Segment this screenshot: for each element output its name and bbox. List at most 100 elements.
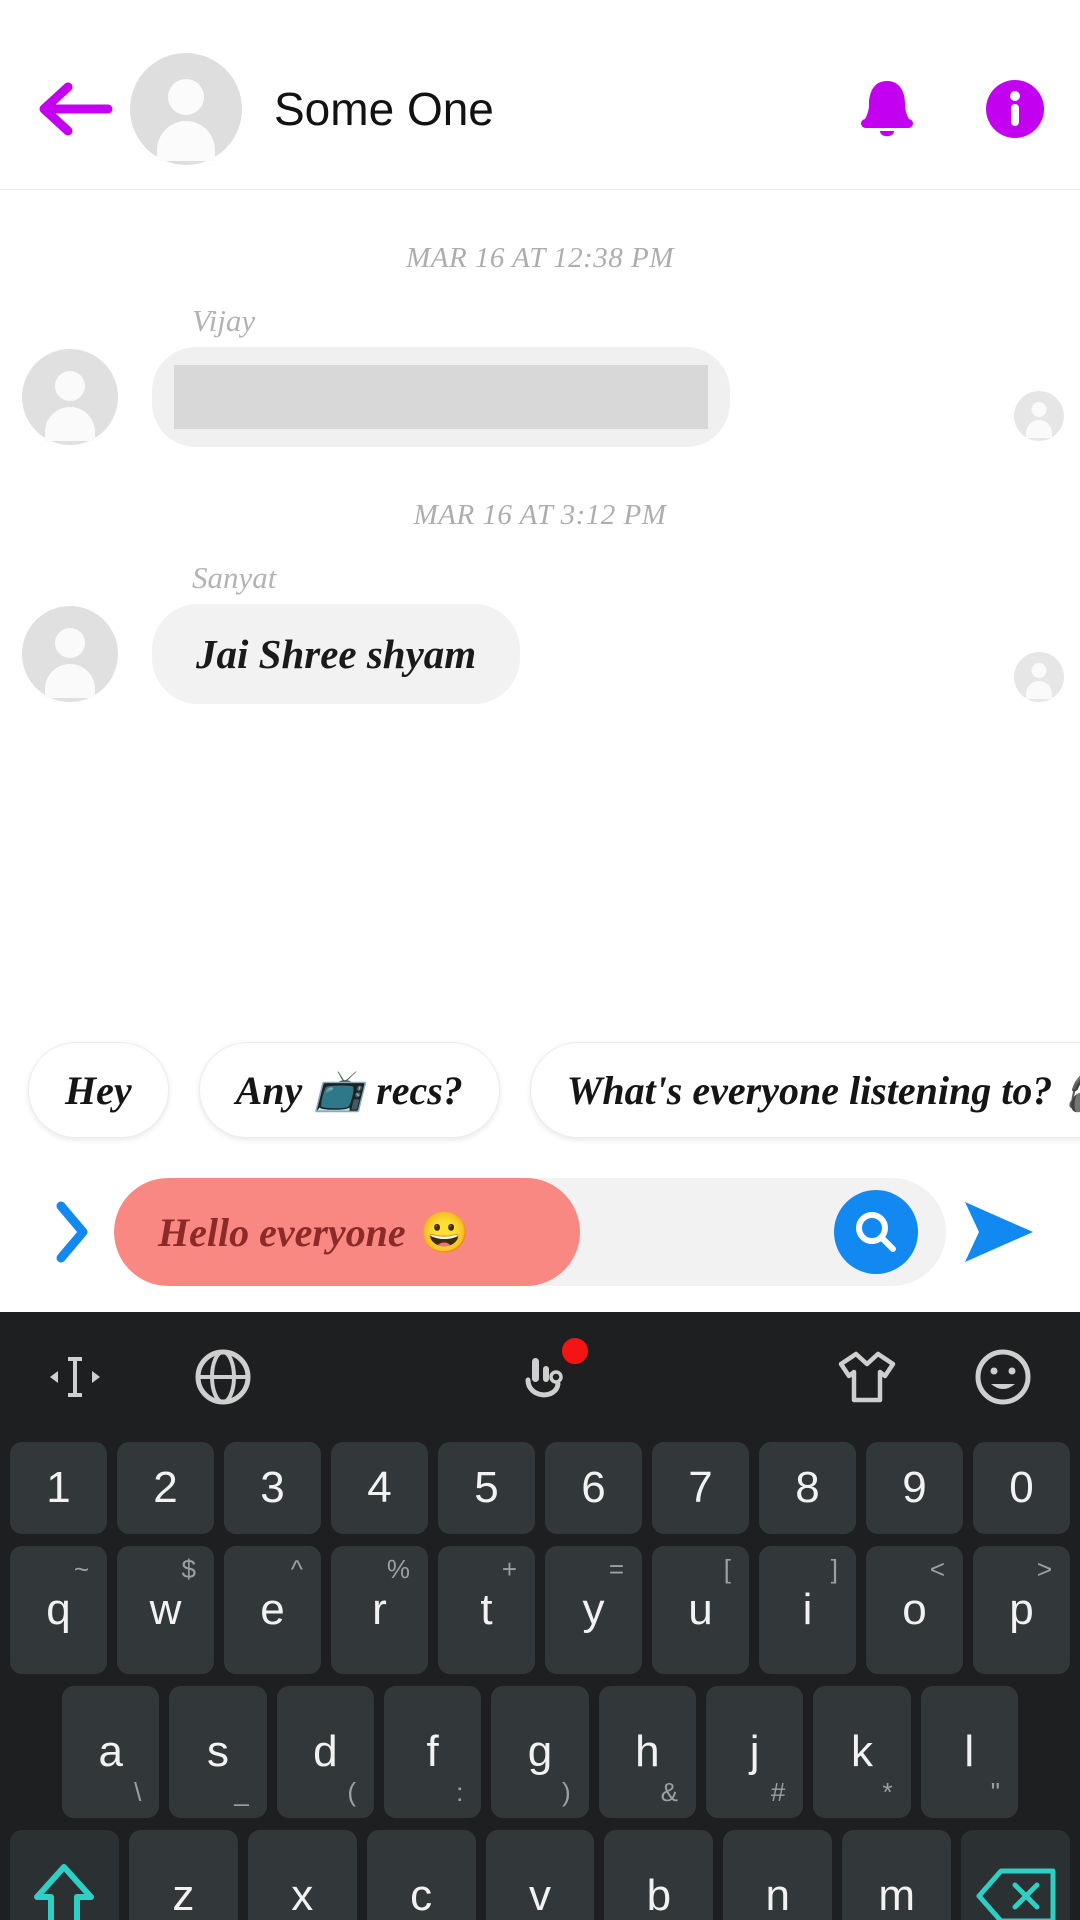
key-e[interactable]: e ^ — [224, 1546, 321, 1674]
suggestion-chip[interactable]: Any 📺 recs? — [198, 1042, 500, 1138]
cursor-move-icon — [50, 1357, 100, 1397]
key-w[interactable]: w $ — [117, 1546, 214, 1674]
key-y[interactable]: y = — [545, 1546, 642, 1674]
key-0[interactable]: 0 — [973, 1442, 1070, 1534]
on-screen-keyboard[interactable]: 1234567890 q ~ w $ e ^ r% t + y = u[i] o < p > a \ s _ d(f:… — [0, 1312, 1080, 1920]
key-4[interactable]: 4 — [331, 1442, 428, 1534]
backspace-key[interactable] — [961, 1830, 1071, 1920]
emoji-button[interactable] — [972, 1346, 1034, 1408]
key-label: q — [46, 1585, 71, 1634]
send-arrow-icon — [965, 1202, 1033, 1262]
key-label: 1 — [46, 1463, 71, 1512]
text-selection-highlight[interactable]: Hello everyone 😀 — [114, 1178, 580, 1286]
keyboard-row-home: a \ s _ d(f: g) h & j # k * l " — [10, 1686, 1070, 1818]
avatar-head — [55, 371, 85, 401]
key-m[interactable]: m — [842, 1830, 952, 1920]
key-s[interactable]: s _ — [169, 1686, 267, 1818]
key-label: a — [98, 1727, 123, 1776]
key-label: 2 — [153, 1463, 178, 1512]
message-sender: Sanyat — [192, 560, 277, 595]
message-bubble[interactable] — [152, 347, 730, 447]
key-g[interactable]: g) — [491, 1686, 589, 1818]
key-label: 8 — [795, 1463, 820, 1512]
key-label: 6 — [581, 1463, 606, 1512]
expand-toolbar-button[interactable] — [28, 1198, 114, 1266]
headphones-emoji-icon: 🎧 — [1064, 1067, 1080, 1114]
theme-button[interactable] — [836, 1348, 898, 1406]
key-j[interactable]: j # — [705, 1686, 804, 1818]
key-alt-label: = — [608, 1554, 624, 1584]
key-label: u — [688, 1585, 713, 1634]
key-label: x — [291, 1871, 314, 1920]
key-u[interactable]: u[ — [652, 1546, 749, 1674]
key-b[interactable]: b — [604, 1830, 714, 1920]
key-6[interactable]: 6 — [545, 1442, 642, 1534]
notifications-button[interactable] — [856, 76, 918, 142]
key-label: k — [850, 1727, 873, 1776]
shift-key[interactable] — [10, 1830, 119, 1920]
key-alt-label: $ — [181, 1554, 196, 1584]
key-1[interactable]: 1 — [10, 1442, 107, 1534]
suggestion-chip[interactable]: What's everyone listening to? 🎧 — [529, 1042, 1080, 1138]
key-7[interactable]: 7 — [652, 1442, 749, 1534]
suggestion-chips[interactable]: Hey Any 📺 recs? What's everyone listenin… — [0, 1028, 1080, 1152]
key-9[interactable]: 9 — [866, 1442, 963, 1534]
avatar-head — [168, 78, 204, 115]
key-alt-label: [ — [723, 1554, 731, 1584]
key-5[interactable]: 5 — [438, 1442, 535, 1534]
key-q[interactable]: q ~ — [10, 1546, 107, 1674]
key-k[interactable]: k * — [813, 1686, 911, 1818]
message-list[interactable]: MAR 16 AT 12:38 PM Vijay MAR 16 AT 3:12 … — [0, 190, 1080, 1028]
key-8[interactable]: 8 — [759, 1442, 856, 1534]
chip-label: Any — [235, 1067, 303, 1113]
language-button[interactable] — [192, 1346, 254, 1408]
key-o[interactable]: o < — [866, 1546, 963, 1674]
send-button[interactable] — [946, 1196, 1052, 1268]
key-v[interactable]: v — [485, 1830, 595, 1920]
handwriting-button[interactable] — [516, 1336, 590, 1408]
key-label: 3 — [260, 1463, 285, 1512]
key-a[interactable]: a \ — [62, 1686, 160, 1818]
keyboard-toolbar — [0, 1312, 1080, 1442]
avatar[interactable] — [22, 349, 118, 445]
key-h[interactable]: h & — [598, 1686, 696, 1818]
key-t[interactable]: t + — [438, 1546, 535, 1674]
keyboard-row-top: q ~ w $ e ^ r% t + y = u[i] o < p > — [10, 1546, 1070, 1674]
key-n[interactable]: n — [723, 1830, 833, 1920]
key-d[interactable]: d( — [276, 1686, 374, 1818]
key-3[interactable]: 3 — [224, 1442, 321, 1534]
message-input[interactable]: Hello everyone 😀 — [114, 1178, 946, 1286]
key-z[interactable]: z — [128, 1830, 238, 1920]
key-label: l — [964, 1727, 975, 1776]
avatar[interactable] — [22, 606, 118, 702]
suggestion-chip[interactable]: Hey — [28, 1042, 169, 1138]
key-f[interactable]: f: — [384, 1686, 482, 1818]
key-alt-label: ^ — [290, 1554, 303, 1584]
avatar[interactable] — [130, 52, 242, 165]
back-button[interactable] — [28, 81, 124, 137]
key-label: 0 — [1009, 1463, 1034, 1512]
theme-shirt-icon — [838, 1351, 896, 1403]
cursor-move-button[interactable] — [46, 1349, 104, 1405]
avatar-body — [1026, 420, 1052, 438]
info-circle-icon — [986, 79, 1044, 138]
page-title: Some One — [274, 82, 494, 135]
input-value: Hello everyone — [158, 1209, 406, 1255]
key-alt-label: ) — [561, 1777, 571, 1807]
key-p[interactable]: p > — [973, 1546, 1070, 1674]
key-c[interactable]: c — [366, 1830, 476, 1920]
key-l[interactable]: l " — [920, 1686, 1018, 1818]
info-button[interactable] — [984, 78, 1046, 140]
avatar-head — [55, 628, 85, 658]
key-r[interactable]: r% — [331, 1546, 428, 1674]
key-label: n — [765, 1871, 791, 1920]
key-alt-label: _ — [234, 1777, 249, 1807]
keyboard-rows: 1234567890 q ~ w $ e ^ r% t + y = u[i] o < p > a \ s _ d(f:… — [0, 1442, 1080, 1920]
key-alt-label: ( — [347, 1777, 356, 1807]
key-alt-label: \ — [134, 1777, 142, 1807]
search-button[interactable] — [834, 1190, 918, 1274]
key-i[interactable]: i] — [759, 1546, 856, 1674]
key-x[interactable]: x — [247, 1830, 357, 1920]
message-bubble[interactable]: Jai Shree shyam — [152, 604, 521, 704]
key-2[interactable]: 2 — [117, 1442, 214, 1534]
